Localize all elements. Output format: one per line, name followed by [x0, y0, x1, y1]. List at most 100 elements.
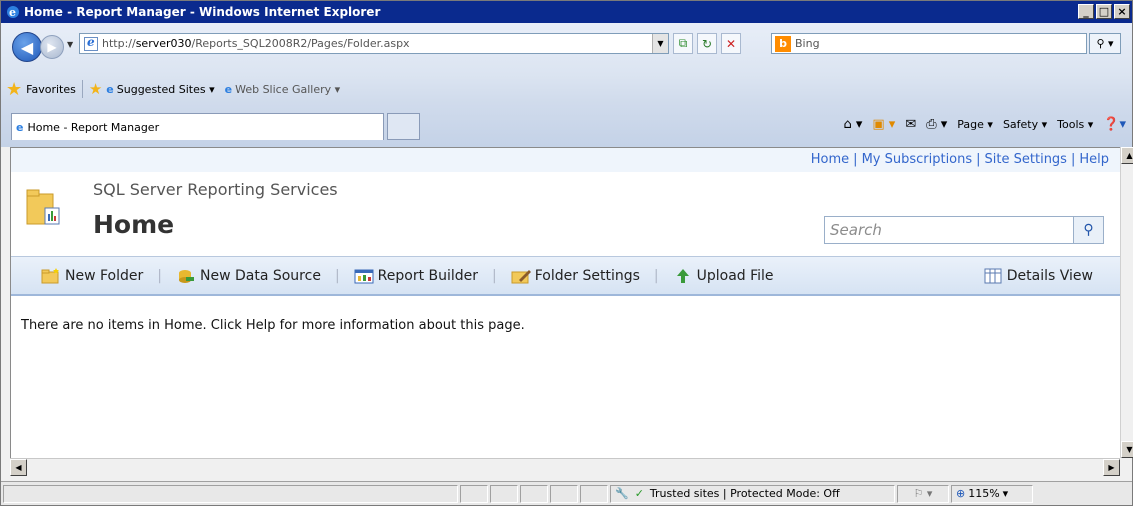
web-slice-gallery-link[interactable]: Web Slice Gallery ▾	[235, 83, 340, 96]
divider: |	[653, 267, 659, 284]
tab-row: e Home - Report Manager ⌂ ▾ ▣ ▾ ✉ ⎙ ▾ Pa…	[1, 103, 1132, 147]
zoom-control[interactable]: ⊕ 115% ▾	[951, 484, 1033, 503]
divider: |	[976, 152, 981, 167]
upload-arrow-icon	[676, 268, 689, 283]
close-button[interactable]: ×	[1114, 4, 1130, 19]
suggested-sites-link[interactable]: Suggested Sites ▾	[117, 83, 215, 96]
details-view-label: Details View	[1006, 267, 1093, 284]
divider	[81, 80, 83, 98]
address-toolbar: ◀ ▶ ▼ http://server030/Reports_SQL2008R2…	[1, 23, 1132, 75]
home-icon[interactable]: ⌂ ▾	[843, 117, 862, 132]
zone-pane[interactable]: 🔧 ✓ Trusted sites | Protected Mode: Off	[610, 484, 895, 503]
status-pane	[3, 484, 458, 503]
folder-settings-button[interactable]: Folder Settings	[511, 268, 640, 284]
folder-settings-label: Folder Settings	[534, 267, 640, 284]
favorites-bar: ★ Favorites ★ e Suggested Sites ▾ e Web …	[1, 75, 1132, 103]
feeds-icon[interactable]: ▣ ▾	[872, 117, 895, 132]
minimize-button[interactable]: _	[1078, 4, 1094, 19]
print-icon[interactable]: ⎙ ▾	[926, 117, 947, 132]
status-pane	[580, 484, 608, 503]
search-button[interactable]: ⚲	[1073, 216, 1104, 244]
scroll-up-icon[interactable]: ▲	[1121, 147, 1133, 164]
tab-title: Home - Report Manager	[27, 120, 160, 134]
search-icon: ⚲	[1083, 222, 1094, 238]
scroll-right-icon[interactable]: ▶	[1103, 459, 1120, 476]
address-dropdown-icon[interactable]: ▼	[652, 34, 668, 53]
tab-home[interactable]: e Home - Report Manager	[11, 113, 384, 140]
read-mail-icon[interactable]: ✉	[905, 117, 916, 132]
forward-button[interactable]: ▶	[40, 35, 64, 59]
page-title: Home	[93, 210, 175, 239]
status-pane	[550, 484, 578, 503]
tools-menu[interactable]: Tools ▾	[1057, 118, 1093, 131]
site-settings-link[interactable]: Site Settings	[985, 152, 1067, 167]
search-box[interactable]: b Bing	[771, 33, 1087, 54]
new-data-source-button[interactable]: New Data Source	[176, 268, 321, 284]
maximize-button[interactable]: □	[1096, 4, 1112, 19]
svg-text:e: e	[9, 6, 16, 19]
page-header: SQL Server Reporting Services Home Searc…	[11, 172, 1121, 256]
zoom-level: 115%	[968, 487, 1000, 500]
title-bar: e Home - Report Manager - Windows Intern…	[1, 1, 1132, 23]
report-toolbar: New Folder | New Data Source | Report Bu…	[11, 256, 1121, 296]
data-source-icon	[178, 269, 194, 283]
divider: |	[492, 267, 497, 284]
home-link[interactable]: Home	[811, 152, 849, 167]
bing-icon: b	[775, 35, 791, 52]
ie-logo-icon: e	[7, 6, 19, 19]
favorites-star-icon[interactable]: ★	[6, 79, 22, 100]
details-view-button[interactable]: Details View	[983, 268, 1093, 284]
favorites-button[interactable]: Favorites	[26, 83, 76, 96]
search-input[interactable]: Search	[824, 216, 1074, 244]
page-menu[interactable]: Page ▾	[957, 118, 993, 131]
zoom-icon: ⊕	[956, 487, 966, 500]
upload-file-button[interactable]: Upload File	[673, 268, 774, 284]
product-name: SQL Server Reporting Services	[93, 180, 338, 199]
command-bar: ⌂ ▾ ▣ ▾ ✉ ⎙ ▾ Page ▾ Safety ▾ Tools ▾ ❓▾	[843, 117, 1126, 132]
empty-folder-message: There are no items in Home. Click Help f…	[21, 318, 525, 333]
report-builder-label: Report Builder	[377, 267, 479, 284]
my-subscriptions-link[interactable]: My Subscriptions	[862, 152, 973, 167]
safety-menu[interactable]: Safety ▾	[1003, 118, 1047, 131]
vertical-scrollbar[interactable]: ▲ ▼	[1120, 147, 1133, 458]
top-navigation: Home | My Subscriptions | Site Settings | Help	[11, 148, 1121, 172]
status-pane	[490, 484, 518, 503]
add-favorite-icon[interactable]: ★	[89, 80, 102, 98]
history-dropdown-icon[interactable]: ▼	[67, 40, 73, 49]
folder-settings-icon	[511, 269, 531, 283]
new-tab-button[interactable]	[387, 113, 420, 140]
page-content: Home | My Subscriptions | Site Settings | Help…	[10, 147, 1121, 458]
check-icon: ✓	[634, 487, 644, 500]
scroll-down-icon[interactable]: ▼	[1121, 441, 1133, 458]
window-title: Home - Report Manager - Windows Internet…	[24, 5, 381, 19]
page-icon	[84, 35, 98, 51]
folder-icon	[26, 189, 60, 225]
back-button[interactable]: ◀	[12, 32, 42, 62]
protected-mode-icon[interactable]: ⚐ ▾	[897, 484, 949, 503]
status-pane	[520, 484, 548, 503]
new-folder-button[interactable]: New Folder	[41, 267, 144, 284]
zone-label: Trusted sites | Protected Mode: Off	[649, 487, 840, 500]
url-text[interactable]: http://server030/Reports_SQL2008R2/Pages…	[102, 37, 410, 50]
address-bar[interactable]: http://server030/Reports_SQL2008R2/Pages…	[79, 33, 669, 54]
search-placeholder: Search	[830, 221, 882, 239]
new-folder-label: New Folder	[65, 267, 144, 284]
compatibility-view-icon[interactable]: ⧉	[673, 33, 693, 54]
report-builder-button[interactable]: Report Builder	[354, 268, 478, 284]
refresh-icon[interactable]: ↻	[697, 33, 717, 54]
upload-file-label: Upload File	[696, 267, 774, 284]
scroll-left-icon[interactable]: ◀	[10, 459, 27, 476]
search-go-button[interactable]: ⚲ ▾	[1089, 33, 1121, 54]
new-data-source-label: New Data Source	[199, 267, 321, 284]
divider: |	[1070, 152, 1076, 167]
stop-icon[interactable]: ✕	[721, 33, 741, 54]
new-folder-icon	[41, 267, 59, 283]
status-pane	[460, 484, 488, 503]
details-view-icon	[984, 268, 1002, 283]
ie-small-icon: e	[224, 82, 233, 96]
help-icon[interactable]: ❓▾	[1103, 117, 1126, 132]
search-provider-label: Bing	[795, 37, 820, 50]
horizontal-scrollbar[interactable]: ◀ ▶	[10, 458, 1120, 476]
help-link[interactable]: Help	[1079, 152, 1109, 167]
security-icon: 🔧	[615, 487, 629, 500]
